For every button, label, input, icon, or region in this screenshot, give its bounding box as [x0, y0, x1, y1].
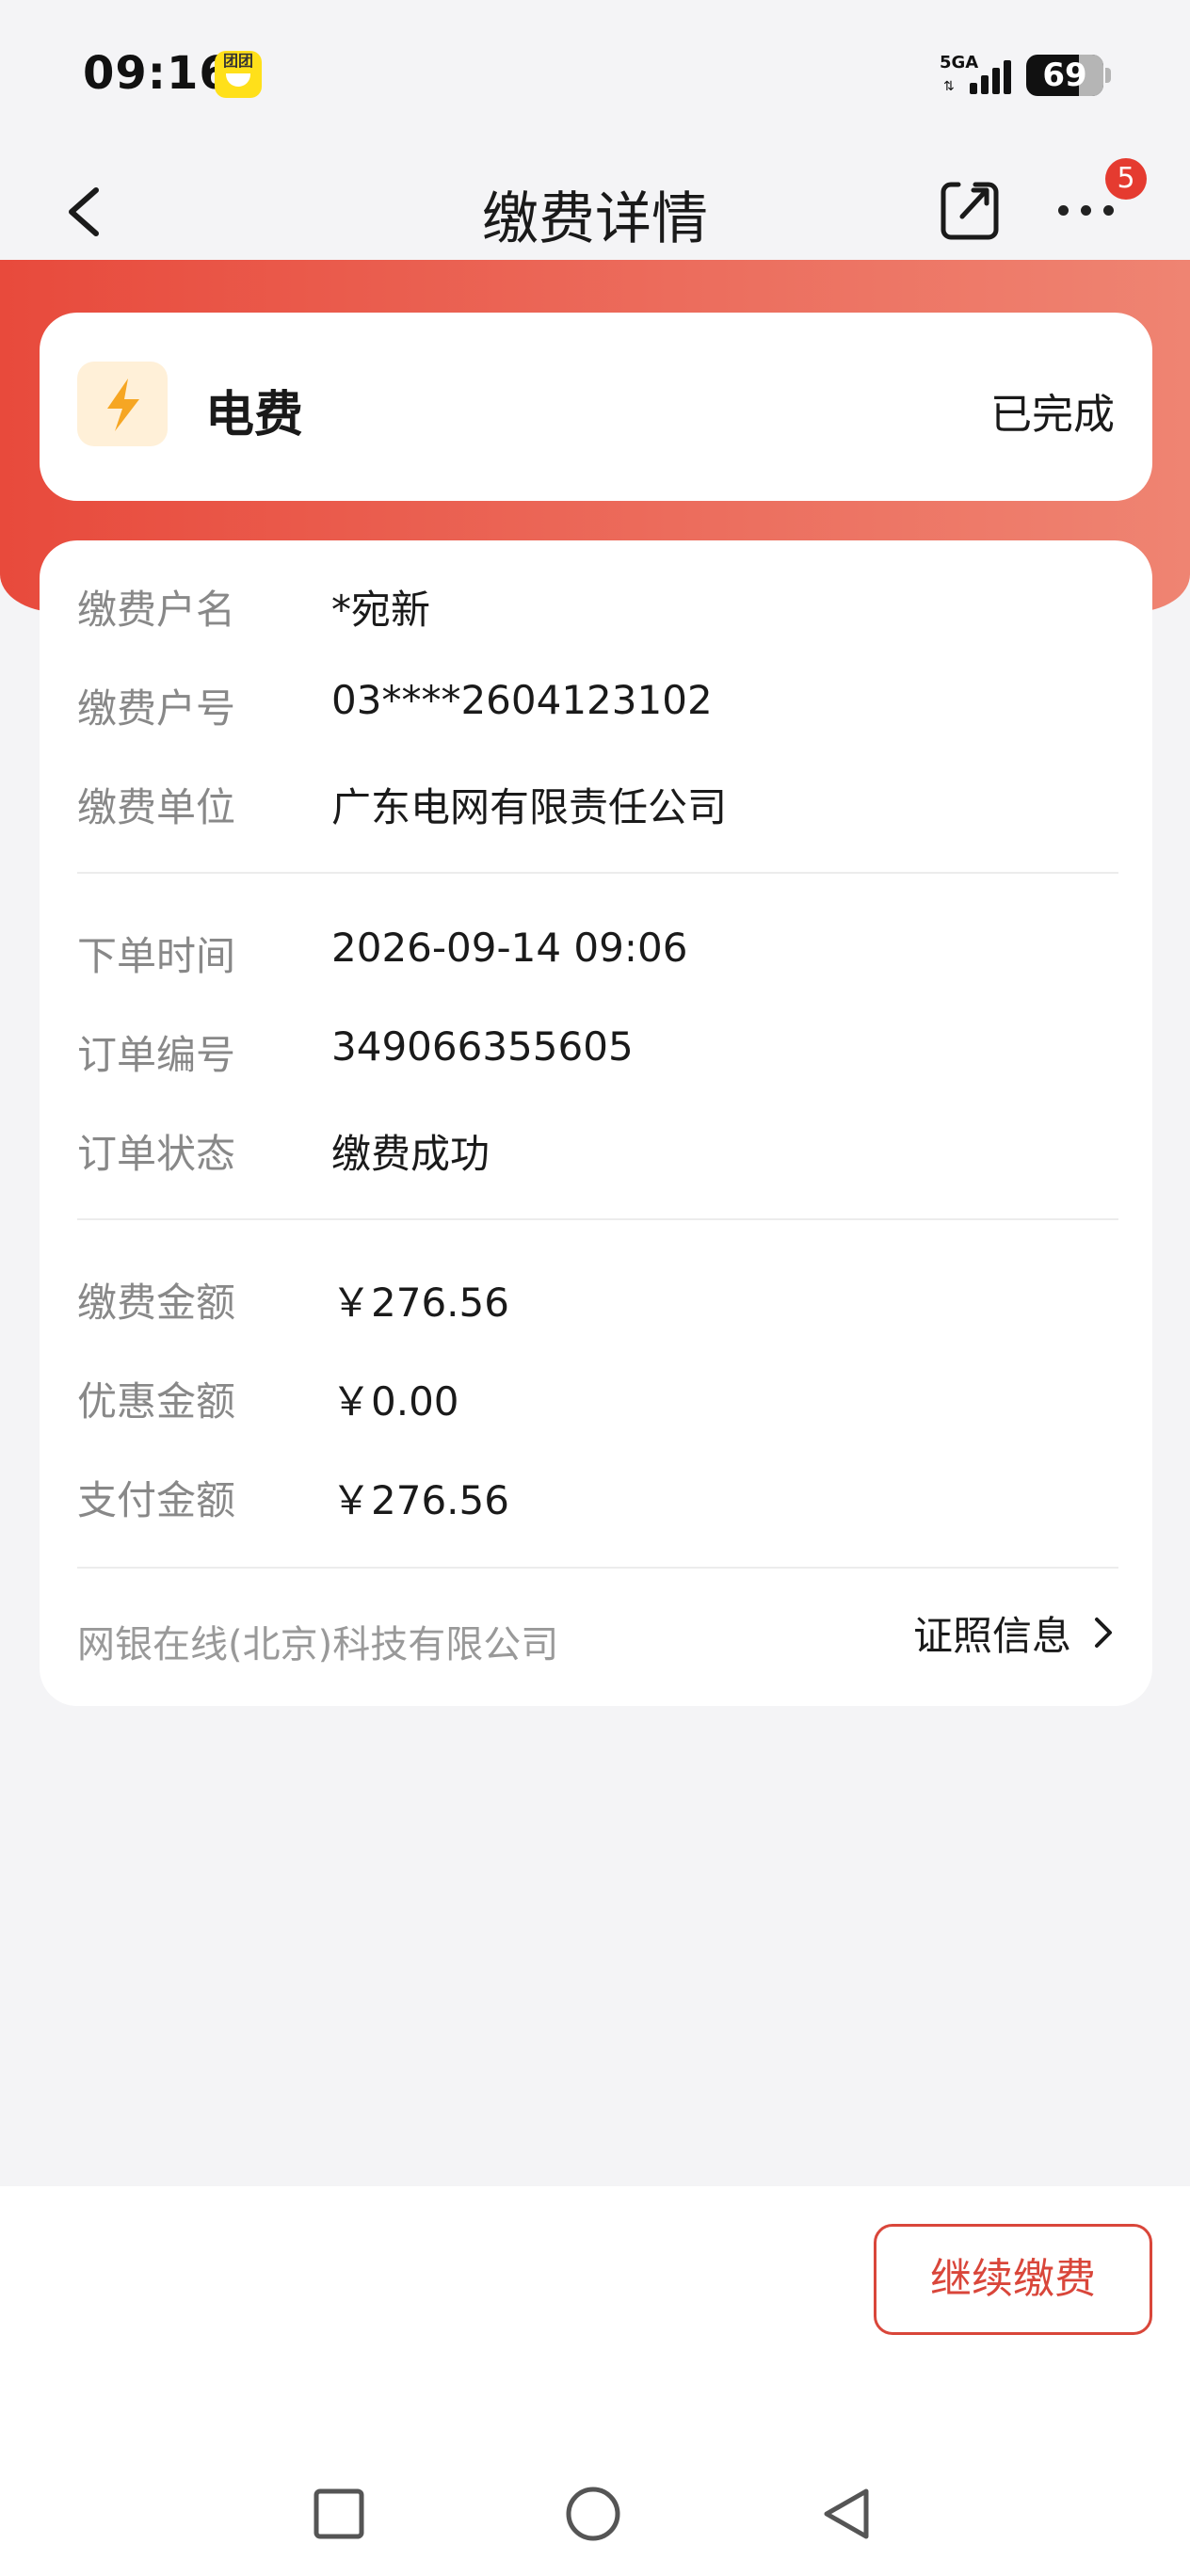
detail-value: 缴费成功: [331, 1131, 490, 1177]
continue-payment-button[interactable]: 继续缴费: [874, 2224, 1152, 2335]
home-button[interactable]: [565, 2486, 621, 2542]
app-notification-icon: 团团: [215, 51, 262, 98]
share-icon: [941, 182, 999, 240]
company-name: 网银在线(北京)科技有限公司: [77, 1623, 559, 1666]
detail-label: 订单编号: [77, 1032, 236, 1078]
battery-icon: 69: [1026, 55, 1103, 96]
service-name: 电费: [205, 387, 304, 443]
data-arrows-icon: ⇅: [943, 79, 955, 94]
detail-label: 下单时间: [77, 933, 236, 979]
page-title: 缴费详情: [482, 186, 708, 252]
service-card: 电费 已完成: [40, 313, 1152, 501]
battery-tip: [1105, 68, 1111, 83]
detail-value: ￥276.56: [331, 1477, 509, 1523]
detail-label: 缴费户名: [77, 587, 236, 633]
detail-row-account-name: 缴费户名 *宛新: [77, 578, 1113, 635]
service-status: 已完成: [990, 391, 1115, 439]
detail-row-paid-amount: 支付金额 ￥276.56: [77, 1469, 1113, 1525]
detail-label: 支付金额: [77, 1477, 236, 1523]
signal-icon: [962, 58, 1011, 94]
detail-row-payment-amount: 缴费金额 ￥276.56: [77, 1271, 1113, 1328]
app-badge-label: 团团: [222, 52, 253, 70]
battery-level: 69: [1042, 56, 1087, 94]
license-info-link[interactable]: 证照信息: [913, 1604, 1115, 1661]
detail-row-discount-amount: 优惠金额 ￥0.00: [77, 1370, 1113, 1426]
divider: [77, 1218, 1118, 1220]
detail-row-order-time: 下单时间 2026-09-14 09:06: [77, 925, 1113, 981]
chevron-left-icon: [69, 187, 99, 236]
detail-value: ￥276.56: [331, 1280, 509, 1326]
square-icon: [314, 2488, 364, 2539]
back-button[interactable]: [53, 169, 119, 254]
detail-label: 缴费单位: [77, 784, 236, 830]
detail-row-order-status: 订单状态 缴费成功: [77, 1122, 1113, 1179]
details-card: 缴费户名 *宛新 缴费户号 03****2604123102 缴费单位 广东电网…: [40, 540, 1152, 1706]
share-button[interactable]: [938, 179, 1002, 243]
detail-value: 广东电网有限责任公司: [331, 784, 728, 830]
detail-row-account-number: 缴费户号 03****2604123102: [77, 677, 1113, 733]
lightning-icon: [77, 362, 168, 446]
license-info-label: 证照信息: [912, 1612, 1071, 1659]
detail-value: ￥0.00: [331, 1378, 459, 1425]
detail-label: 缴费金额: [77, 1280, 236, 1326]
detail-value: 03****2604123102: [331, 677, 713, 723]
recent-apps-button[interactable]: [311, 2486, 367, 2542]
detail-value: 349066355605: [331, 1023, 634, 1070]
detail-label: 优惠金额: [77, 1378, 236, 1425]
status-bar: 09:16 团团 5GA ⇅ 69: [0, 0, 1190, 141]
detail-row-payee: 缴费单位 广东电网有限责任公司: [77, 776, 1113, 832]
detail-value: *宛新: [331, 587, 431, 633]
detail-value: 2026-09-14 09:06: [331, 925, 688, 971]
chevron-right-icon: [1095, 1618, 1112, 1648]
divider: [77, 1567, 1118, 1569]
back-system-button[interactable]: [819, 2486, 876, 2542]
detail-label: 订单状态: [77, 1131, 236, 1177]
notification-badge: 5: [1105, 158, 1147, 200]
circle-icon: [566, 2487, 620, 2541]
triangle-back-icon: [824, 2488, 869, 2539]
detail-row-order-number: 订单编号 349066355605: [77, 1023, 1113, 1080]
status-time: 09:16: [83, 47, 232, 100]
detail-label: 缴费户号: [77, 685, 236, 732]
divider: [77, 872, 1118, 874]
